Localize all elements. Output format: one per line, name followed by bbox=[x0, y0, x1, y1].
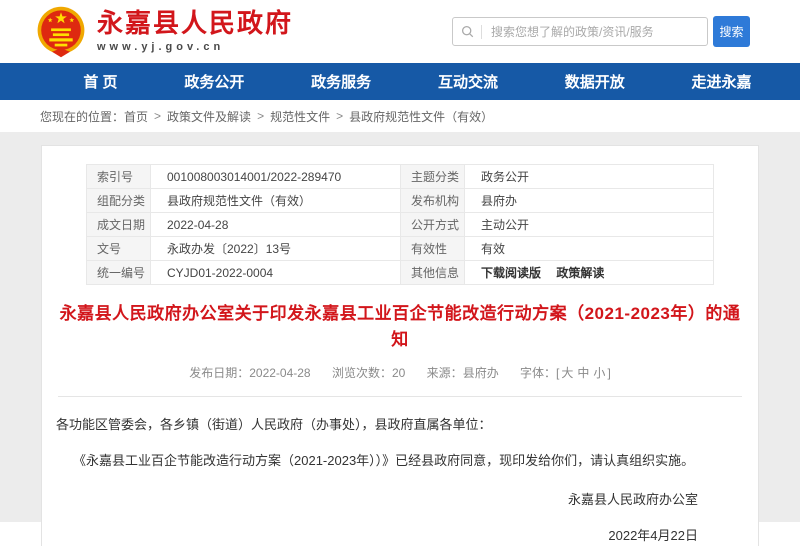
table-row: 组配分类 县政府规范性文件（有效） 发布机构 县府办 bbox=[87, 189, 714, 213]
breadcrumb-normative-docs[interactable]: 规范性文件 bbox=[270, 108, 330, 125]
main-nav: 首 页 政务公开 政务服务 互动交流 数据开放 走进永嘉 bbox=[0, 63, 800, 100]
document-meta-line: 发布日期：2022-04-28 浏览次数：20 来源：县府办 字体：[大中小] bbox=[42, 364, 758, 381]
breadcrumb-prefix: 您现在的位置： bbox=[40, 108, 124, 125]
table-row: 文号 永政办发〔2022〕13号 有效性 有效 bbox=[87, 237, 714, 261]
search-input[interactable] bbox=[489, 24, 699, 40]
nav-item-gov-services[interactable]: 政务服务 bbox=[311, 71, 371, 92]
breadcrumb-policy-docs[interactable]: 政策文件及解读 bbox=[167, 108, 251, 125]
breadcrumb: 您现在的位置： 首页 > 政策文件及解读 > 规范性文件 > 县政府规范性文件（… bbox=[0, 100, 800, 132]
meta-label: 索引号 bbox=[87, 165, 151, 189]
font-size-control: 字体：[大中小] bbox=[520, 366, 611, 380]
meta-label: 组配分类 bbox=[87, 189, 151, 213]
document-title: 永嘉县人民政府办公室关于印发永嘉县工业百企节能改造行动方案（2021-2023年… bbox=[53, 301, 748, 354]
table-row: 索引号 001008003014001/2022-289470 主题分类 政务公… bbox=[87, 165, 714, 189]
breadcrumb-separator: > bbox=[336, 109, 343, 123]
breadcrumb-separator: > bbox=[257, 109, 264, 123]
source-label: 来源： bbox=[427, 366, 463, 380]
main-area: 索引号 001008003014001/2022-289470 主题分类 政务公… bbox=[0, 132, 800, 522]
view-count: 浏览次数：20 bbox=[332, 366, 405, 380]
search-divider bbox=[481, 25, 482, 39]
view-count-label: 浏览次数： bbox=[332, 366, 392, 380]
body-paragraph: 《永嘉县工业百企节能改造行动方案（2021-2023年））》已经县政府同意，现印… bbox=[56, 450, 698, 471]
meta-label: 有效性 bbox=[401, 237, 465, 261]
nav-item-open-data[interactable]: 数据开放 bbox=[565, 71, 625, 92]
nav-item-interaction[interactable]: 互动交流 bbox=[438, 71, 498, 92]
breadcrumb-current: 县政府规范性文件（有效） bbox=[349, 108, 493, 125]
nav-item-gov-disclosure[interactable]: 政务公开 bbox=[184, 71, 244, 92]
font-size-medium-button[interactable]: 中 bbox=[577, 366, 589, 380]
nav-item-home[interactable]: 首 页 bbox=[83, 71, 117, 92]
meta-label: 成文日期 bbox=[87, 213, 151, 237]
table-row: 统一编号 CYJD01-2022-0004 其他信息 下载阅读版 政策解读 bbox=[87, 261, 714, 285]
site-name: 永嘉县人民政府 bbox=[97, 10, 293, 39]
document-card: 索引号 001008003014001/2022-289470 主题分类 政务公… bbox=[41, 145, 759, 546]
font-size-label: 字体：[ bbox=[520, 366, 559, 380]
brand-text: 永嘉县人民政府 www.yj.gov.cn bbox=[97, 10, 293, 53]
nav-item-about-yongjia[interactable]: 走进永嘉 bbox=[692, 71, 752, 92]
meta-label: 发布机构 bbox=[401, 189, 465, 213]
document-body: 各功能区管委会，各乡镇（街道）人民政府（办事处），县政府直属各单位： 《永嘉县工… bbox=[42, 397, 758, 546]
meta-label: 公开方式 bbox=[401, 213, 465, 237]
source-value: 县府办 bbox=[463, 366, 499, 380]
meta-value-index-number: 001008003014001/2022-289470 bbox=[151, 165, 401, 189]
national-emblem-icon bbox=[34, 5, 88, 59]
search-area: 搜索 bbox=[452, 16, 750, 47]
download-reading-version-link[interactable]: 下载阅读版 bbox=[481, 266, 541, 280]
meta-value-disclosure-method: 主动公开 bbox=[465, 213, 714, 237]
breadcrumb-home[interactable]: 首页 bbox=[124, 108, 148, 125]
meta-value-issuing-agency: 县府办 bbox=[465, 189, 714, 213]
publish-date: 发布日期：2022-04-28 bbox=[189, 366, 310, 380]
site-url: www.yj.gov.cn bbox=[97, 41, 293, 53]
meta-value-topic-category: 政务公开 bbox=[465, 165, 714, 189]
meta-label: 统一编号 bbox=[87, 261, 151, 285]
search-box[interactable] bbox=[452, 17, 708, 46]
site-brand: 永嘉县人民政府 www.yj.gov.cn bbox=[34, 5, 293, 59]
signature-office: 永嘉县人民政府办公室 bbox=[56, 489, 698, 510]
signature-date: 2022年4月22日 bbox=[56, 525, 698, 546]
search-button[interactable]: 搜索 bbox=[713, 16, 750, 47]
breadcrumb-separator: > bbox=[154, 109, 161, 123]
site-header: 永嘉县人民政府 www.yj.gov.cn 搜索 bbox=[0, 0, 800, 63]
body-paragraph: 各功能区管委会，各乡镇（街道）人民政府（办事处），县政府直属各单位： bbox=[56, 414, 698, 435]
meta-label: 主题分类 bbox=[401, 165, 465, 189]
meta-value-other-info: 下载阅读版 政策解读 bbox=[465, 261, 714, 285]
publish-date-label: 发布日期： bbox=[189, 366, 249, 380]
meta-value-validity: 有效 bbox=[465, 237, 714, 261]
font-size-bracket: ] bbox=[607, 366, 610, 380]
meta-value-unified-number: CYJD01-2022-0004 bbox=[151, 261, 401, 285]
font-size-small-button[interactable]: 小 bbox=[593, 366, 605, 380]
table-row: 成文日期 2022-04-28 公开方式 主动公开 bbox=[87, 213, 714, 237]
meta-value-group-category: 县政府规范性文件（有效） bbox=[151, 189, 401, 213]
meta-label: 其他信息 bbox=[401, 261, 465, 285]
meta-label: 文号 bbox=[87, 237, 151, 261]
search-icon bbox=[461, 25, 474, 38]
meta-value-doc-number: 永政办发〔2022〕13号 bbox=[151, 237, 401, 261]
meta-value-issue-date: 2022-04-28 bbox=[151, 213, 401, 237]
policy-interpretation-link[interactable]: 政策解读 bbox=[556, 266, 604, 280]
publish-date-value: 2022-04-28 bbox=[249, 366, 310, 380]
view-count-value: 20 bbox=[392, 366, 405, 380]
source: 来源：县府办 bbox=[427, 366, 499, 380]
font-size-large-button[interactable]: 大 bbox=[561, 366, 573, 380]
document-meta-table: 索引号 001008003014001/2022-289470 主题分类 政务公… bbox=[86, 164, 714, 285]
